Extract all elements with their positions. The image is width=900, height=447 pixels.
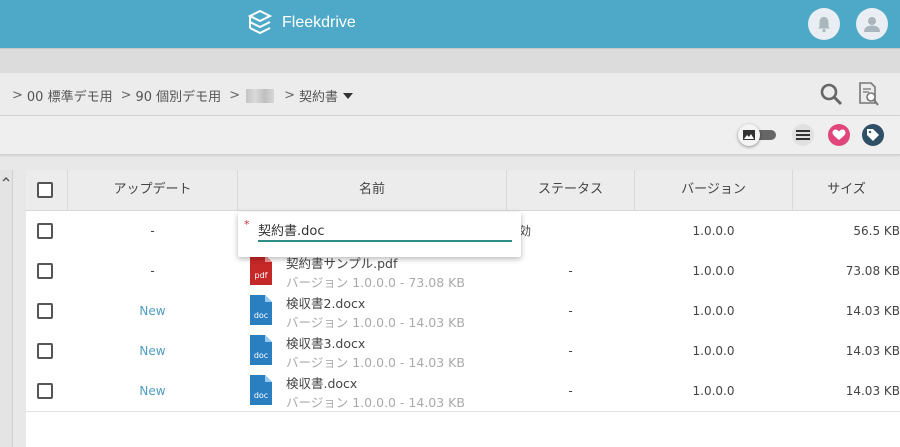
version-cell: 1.0.0.0 bbox=[692, 224, 735, 238]
file-version-info: バージョン 1.0.0.0 - 73.08 KB bbox=[286, 275, 465, 290]
breadcrumb-separator: > bbox=[229, 88, 241, 103]
search-button[interactable] bbox=[818, 81, 844, 107]
row-checkbox[interactable] bbox=[37, 303, 53, 319]
breadcrumb-item[interactable]: 00 標準デモ用 bbox=[27, 86, 113, 105]
app-name: Fleekdrive bbox=[282, 14, 356, 31]
table-row[interactable]: New doc 検収書3.docx バージョン 1.0.0.0 - 14.03 … bbox=[26, 331, 900, 372]
breadcrumb-separator: > bbox=[120, 88, 132, 103]
file-version-info: バージョン 1.0.0.0 - 14.03 KB bbox=[286, 395, 465, 410]
doc-icon-label: doc bbox=[254, 351, 268, 360]
doc-icon-label: doc bbox=[254, 311, 268, 320]
file-name-link[interactable]: 検収書3.docx bbox=[286, 333, 365, 352]
thumbnail-toggle[interactable] bbox=[738, 124, 778, 146]
row-checkbox[interactable] bbox=[37, 343, 53, 359]
user-icon bbox=[864, 17, 880, 32]
document-search-button[interactable] bbox=[856, 80, 882, 108]
bell-icon bbox=[818, 17, 830, 33]
tag-icon bbox=[867, 129, 879, 141]
breadcrumb-bar: > 00 標準デモ用 > 90 個別デモ用 > > 契約書 bbox=[0, 73, 900, 116]
left-panel-scroll[interactable] bbox=[0, 170, 13, 447]
update-new-link[interactable]: New bbox=[68, 371, 237, 411]
select-all-checkbox[interactable] bbox=[37, 182, 53, 198]
doc-icon-label: doc bbox=[254, 391, 268, 400]
file-version-info: バージョン 1.0.0.0 - 14.03 KB bbox=[286, 315, 465, 330]
breadcrumb-item[interactable]: 90 個別デモ用 bbox=[136, 86, 222, 105]
required-mark: * bbox=[244, 218, 250, 231]
pdf-icon-label: pdf bbox=[255, 271, 268, 280]
heart-icon bbox=[832, 129, 846, 140]
file-name-link[interactable]: 検収書.docx bbox=[286, 373, 357, 392]
table-row[interactable]: New doc 検収書2.docx バージョン 1.0.0.0 - 14.03 … bbox=[26, 291, 900, 332]
update-new-link[interactable]: New bbox=[68, 291, 237, 331]
size-cell: 73.08 KB bbox=[845, 264, 900, 278]
status-cell: - bbox=[568, 304, 573, 318]
file-version-info: バージョン 1.0.0.0 - 14.03 KB bbox=[286, 355, 465, 370]
size-cell: 14.03 KB bbox=[845, 304, 900, 318]
version-cell: 1.0.0.0 bbox=[692, 264, 735, 278]
fleekdrive-logo-icon bbox=[247, 10, 273, 35]
image-icon bbox=[743, 130, 755, 140]
view-toolbar bbox=[0, 116, 900, 155]
pdf-file-icon: pdf bbox=[250, 255, 272, 285]
column-header-update[interactable]: アップデート bbox=[68, 170, 238, 210]
favorite-button[interactable] bbox=[828, 124, 850, 146]
chevron-down-icon[interactable] bbox=[343, 92, 354, 99]
table-header: アップデート 名前 ステータス バージョン サイズ bbox=[26, 170, 900, 211]
update-cell: - bbox=[150, 224, 155, 238]
document-search-icon bbox=[859, 82, 879, 106]
breadcrumb-current[interactable]: 契約書 bbox=[299, 86, 338, 105]
column-header-size[interactable]: サイズ bbox=[793, 170, 900, 210]
column-header-name[interactable]: 名前 bbox=[238, 170, 507, 210]
chevron-up-icon[interactable] bbox=[0, 174, 12, 184]
tag-button[interactable] bbox=[862, 124, 884, 146]
column-header-status[interactable]: ステータス bbox=[507, 170, 635, 210]
breadcrumb: > 00 標準デモ用 > 90 個別デモ用 > > 契約書 bbox=[8, 86, 354, 105]
size-cell: 14.03 KB bbox=[845, 344, 900, 358]
version-cell: 1.0.0.0 bbox=[692, 344, 735, 358]
breadcrumb-separator: > bbox=[12, 88, 23, 103]
status-cell: - bbox=[568, 384, 573, 398]
size-cell: 56.5 KB bbox=[853, 224, 900, 238]
app-logo[interactable]: Fleekdrive bbox=[246, 10, 356, 36]
version-cell: 1.0.0.0 bbox=[692, 304, 735, 318]
list-view-button[interactable] bbox=[792, 124, 814, 146]
toggle-knob bbox=[738, 124, 760, 146]
doc-file-icon: doc bbox=[250, 375, 272, 405]
select-all-cell bbox=[26, 170, 68, 210]
rename-popup: * bbox=[238, 212, 521, 257]
table-row[interactable]: - pdf 契約書サンプル.pdf バージョン 1.0.0.0 - 73.08 … bbox=[26, 251, 900, 292]
row-checkbox[interactable] bbox=[37, 263, 53, 279]
file-name-link[interactable]: 検収書2.docx bbox=[286, 293, 365, 312]
doc-file-icon: doc bbox=[250, 335, 272, 365]
status-cell: - bbox=[568, 264, 573, 278]
table-row[interactable]: New doc 検収書.docx バージョン 1.0.0.0 - 14.03 K… bbox=[26, 371, 900, 412]
update-new-link[interactable]: New bbox=[68, 331, 237, 371]
top-bar: Fleekdrive bbox=[0, 0, 900, 48]
version-cell: 1.0.0.0 bbox=[692, 384, 735, 398]
doc-file-icon: doc bbox=[250, 295, 272, 325]
update-cell: - bbox=[150, 264, 155, 278]
user-avatar-button[interactable] bbox=[856, 8, 888, 40]
size-cell: 14.03 KB bbox=[845, 384, 900, 398]
status-cell: - bbox=[568, 344, 573, 358]
sub-header-strip bbox=[0, 48, 900, 73]
file-name-input[interactable] bbox=[258, 218, 512, 242]
row-checkbox[interactable] bbox=[37, 223, 53, 239]
breadcrumb-item-redacted[interactable] bbox=[246, 88, 275, 103]
breadcrumb-separator: > bbox=[284, 88, 295, 103]
list-icon bbox=[796, 130, 810, 140]
column-header-version[interactable]: バージョン bbox=[635, 170, 793, 210]
notification-button[interactable] bbox=[808, 8, 840, 40]
row-checkbox[interactable] bbox=[37, 383, 53, 399]
search-icon bbox=[820, 83, 843, 106]
